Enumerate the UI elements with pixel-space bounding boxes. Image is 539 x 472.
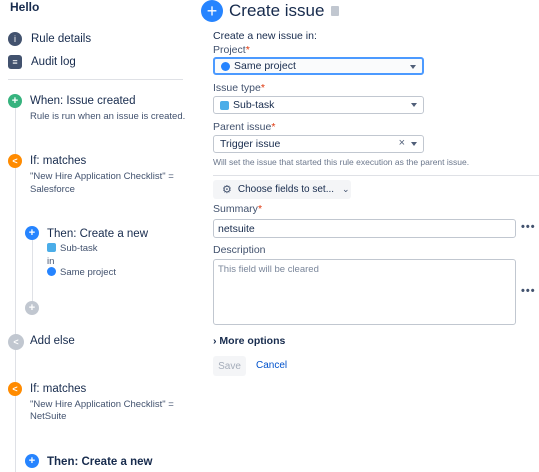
- project-select-value: Same project: [234, 60, 296, 72]
- parent-issue-label: Parent issue*: [213, 121, 275, 133]
- summary-label-text: Summary: [213, 203, 258, 215]
- project-icon: [221, 61, 230, 71]
- condition-2-title[interactable]: If: matches: [30, 383, 86, 395]
- required-mark: *: [271, 121, 276, 133]
- add-action-plus-icon[interactable]: +: [25, 301, 39, 315]
- condition-1-line2: Salesforce: [30, 184, 75, 195]
- parent-issue-select-value: Trigger issue: [220, 138, 281, 150]
- parent-issue-label-text: Parent issue: [213, 121, 272, 133]
- panel-header: + Create issue: [201, 0, 340, 22]
- action-1-type-label: Sub-task: [60, 243, 98, 254]
- create-plus-icon: +: [201, 0, 223, 22]
- nav-rule-details-label: Rule details: [31, 33, 92, 45]
- project-label-text: Project: [213, 44, 246, 56]
- add-else-label[interactable]: Add else: [30, 335, 75, 347]
- subtask-icon: [47, 243, 56, 252]
- choose-fields-label: Choose fields to set...: [237, 184, 335, 195]
- trash-icon[interactable]: [331, 6, 340, 16]
- add-else-icon[interactable]: <: [8, 334, 24, 350]
- cancel-button[interactable]: Cancel: [256, 360, 287, 371]
- nav-rule-details[interactable]: i Rule details: [8, 32, 91, 46]
- description-label: Description: [213, 244, 266, 256]
- issue-type-label: Issue type*: [213, 82, 265, 94]
- form-divider: [213, 175, 539, 176]
- list-icon: ≡: [8, 55, 22, 69]
- trigger-title[interactable]: When: Issue created: [30, 95, 135, 107]
- panel-title: Create issue: [229, 1, 325, 20]
- project-select[interactable]: Same project: [213, 57, 424, 75]
- nav-audit-log[interactable]: ≡ Audit log: [8, 55, 76, 69]
- sidebar-divider: [8, 79, 183, 80]
- action-1-title[interactable]: Then: Create a new: [47, 228, 148, 240]
- issue-type-label-text: Issue type: [213, 82, 261, 94]
- app-title: Hello: [10, 0, 40, 14]
- issue-type-select-value: Sub-task: [233, 99, 275, 111]
- create-issue-panel: + Create issue Create a new issue in: Pr…: [200, 0, 539, 472]
- trigger-plus-icon[interactable]: +: [8, 94, 22, 108]
- parent-issue-select[interactable]: Trigger issue ×: [213, 135, 424, 153]
- nav-audit-log-label: Audit log: [31, 56, 76, 68]
- parent-issue-helper: Will set the issue that started this rul…: [213, 157, 470, 167]
- rule-sidebar: Hello i Rule details ≡ Audit log + When:…: [0, 0, 195, 472]
- condition-1-line1: "New Hire Application Checklist" =: [30, 171, 174, 182]
- more-options-label: More options: [219, 335, 286, 347]
- condition-1-title[interactable]: If: matches: [30, 155, 86, 167]
- gear-icon: ⚙: [222, 184, 232, 196]
- choose-fields-button[interactable]: ⚙ Choose fields to set... ⌄: [213, 180, 351, 199]
- required-mark: *: [257, 203, 263, 215]
- condition-branch-icon[interactable]: <: [8, 154, 22, 168]
- chevron-down-icon: [410, 65, 416, 69]
- required-mark: *: [245, 44, 250, 56]
- action-1-project-label: Same project: [60, 267, 116, 278]
- more-options-toggle[interactable]: › More options: [213, 335, 285, 347]
- condition-2-line2: NetSuite: [30, 411, 67, 422]
- action-plus-icon-2[interactable]: +: [25, 454, 39, 468]
- issue-type-select[interactable]: Sub-task: [213, 96, 424, 114]
- action-1-type: Sub-task: [47, 242, 98, 255]
- chevron-down-icon: [411, 103, 417, 107]
- save-button[interactable]: Save: [213, 356, 246, 376]
- project-icon: [47, 267, 56, 276]
- required-mark: *: [260, 82, 265, 94]
- action-plus-icon[interactable]: +: [25, 226, 39, 240]
- branch-line: [32, 240, 33, 310]
- action-1-project: Same project: [47, 266, 116, 279]
- chevron-down-icon: [411, 142, 417, 146]
- description-more-icon[interactable]: •••: [521, 285, 536, 297]
- project-label: Project*: [213, 44, 250, 56]
- condition-branch-icon-2[interactable]: <: [8, 382, 22, 396]
- summary-more-icon[interactable]: •••: [521, 221, 536, 233]
- trigger-subtitle: Rule is run when an issue is created.: [30, 111, 186, 122]
- description-textarea[interactable]: This field will be cleared: [213, 259, 516, 325]
- action-2-title[interactable]: Then: Create a new: [47, 456, 152, 468]
- create-in-label: Create a new issue in:: [213, 30, 317, 42]
- summary-label: Summary*: [213, 203, 262, 215]
- info-icon: i: [8, 32, 22, 46]
- chevron-down-icon: ⌄: [342, 184, 350, 194]
- subtask-icon: [220, 100, 229, 110]
- clear-icon[interactable]: ×: [399, 137, 405, 149]
- summary-input[interactable]: netsuite: [213, 219, 516, 238]
